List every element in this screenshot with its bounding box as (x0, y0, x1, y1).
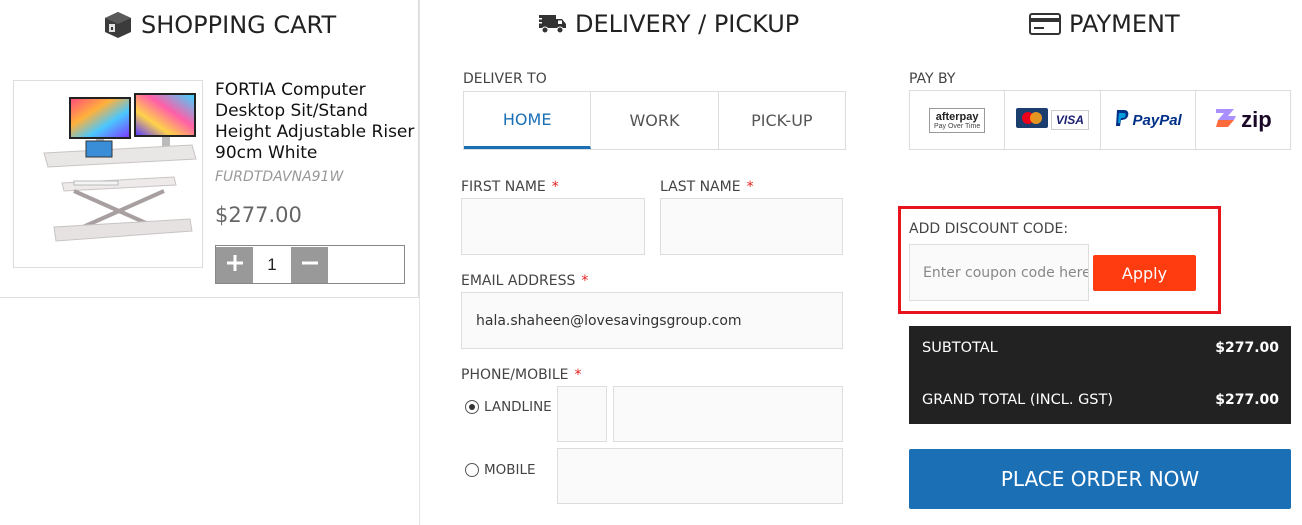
deliver-to-label: DELIVER TO (463, 71, 547, 87)
paypal-icon (1114, 109, 1130, 132)
delivery-tabs: HOME WORK PICK-UP (463, 91, 846, 150)
quantity-value[interactable]: 1 (253, 246, 291, 283)
payment-method-paypal[interactable]: PayPal (1101, 91, 1196, 149)
mobile-number-field[interactable] (557, 448, 843, 504)
last-name-label: LAST NAME * (660, 179, 754, 195)
product-name[interactable]: FORTIA Computer Desktop Sit/Stand Height… (215, 80, 415, 164)
mobile-label: MOBILE (484, 462, 536, 478)
coupon-code-input[interactable]: Enter coupon code here (909, 244, 1089, 301)
grand-total-row: GRAND TOTAL (INCL. GST) $277.00 (922, 392, 1279, 408)
mobile-radio[interactable]: MOBILE (465, 462, 536, 478)
payment-methods: afterpay Pay Over Time VISA PayPal zip (909, 90, 1291, 150)
product-image[interactable] (13, 80, 203, 268)
landline-area-code-field[interactable] (557, 386, 607, 442)
column-divider (419, 0, 420, 525)
zip-icon (1214, 107, 1238, 134)
box-icon (103, 10, 133, 40)
place-order-button[interactable]: PLACE ORDER NOW (909, 449, 1291, 509)
landline-radio[interactable]: LANDLINE (465, 399, 552, 415)
product-sku: FURDTDAVNA91W (215, 169, 344, 185)
coupon-placeholder: Enter coupon code here (923, 264, 1089, 281)
phone-label: PHONE/MOBILE * (461, 367, 582, 383)
order-totals: SUBTOTAL $277.00 GRAND TOTAL (INCL. GST)… (909, 326, 1291, 424)
required-marker: * (551, 179, 559, 195)
required-marker: * (574, 367, 582, 383)
grand-total-label: GRAND TOTAL (INCL. GST) (922, 392, 1114, 408)
last-name-label-text: LAST NAME (660, 179, 741, 195)
subtotal-label: SUBTOTAL (922, 340, 998, 356)
landline-label: LANDLINE (484, 399, 552, 415)
payment-method-afterpay[interactable]: afterpay Pay Over Time (910, 91, 1006, 149)
discount-code-label: ADD DISCOUNT CODE: (909, 221, 1069, 237)
pay-by-label: PAY BY (909, 71, 956, 87)
last-name-field[interactable] (660, 198, 843, 255)
payment-method-zip[interactable]: zip (1196, 91, 1290, 149)
phone-label-text: PHONE/MOBILE (461, 367, 569, 383)
tab-pick-up[interactable]: PICK-UP (719, 92, 845, 149)
shopping-cart-heading: SHOPPING CART (103, 10, 336, 40)
payment-method-card[interactable]: VISA (1005, 91, 1101, 149)
first-name-label: FIRST NAME * (461, 179, 559, 195)
first-name-label-text: FIRST NAME (461, 179, 546, 195)
afterpay-tagline: Pay Over Time (933, 122, 981, 130)
required-marker: * (581, 273, 589, 289)
delivery-title: DELIVERY / PICKUP (575, 10, 800, 38)
credit-card-icon (1029, 12, 1061, 36)
first-name-field[interactable] (461, 198, 645, 255)
afterpay-wordmark: afterpay (935, 110, 979, 123)
payment-heading: PAYMENT (1029, 10, 1180, 38)
zip-wordmark: zip (1241, 107, 1272, 132)
decrease-quantity-button[interactable] (291, 247, 328, 283)
email-value: hala.shaheen@lovesavingsgroup.com (476, 312, 742, 329)
visa-icon: VISA (1050, 110, 1089, 130)
paypal-wordmark: PayPal (1132, 111, 1182, 129)
tab-home[interactable]: HOME (464, 92, 592, 149)
email-field[interactable]: hala.shaheen@lovesavingsgroup.com (461, 292, 843, 349)
product-photo (43, 93, 197, 242)
apply-coupon-button[interactable]: Apply (1093, 255, 1196, 291)
email-label-text: EMAIL ADDRESS (461, 273, 576, 289)
landline-number-field[interactable] (613, 386, 843, 442)
plus-icon (226, 254, 244, 277)
radio-unselected-icon (465, 463, 479, 477)
subtotal-value: $277.00 (1215, 340, 1279, 356)
increase-quantity-button[interactable] (216, 247, 253, 283)
shopping-cart-title: SHOPPING CART (141, 11, 337, 39)
tab-work[interactable]: WORK (591, 92, 719, 149)
payment-title: PAYMENT (1069, 10, 1180, 38)
truck-icon (537, 13, 567, 35)
quantity-stepper: 1 (215, 245, 405, 284)
required-marker: * (746, 179, 754, 195)
grand-total-value: $277.00 (1215, 392, 1279, 408)
minus-icon (301, 254, 319, 277)
mastercard-icon (1015, 107, 1048, 133)
subtotal-row: SUBTOTAL $277.00 (922, 340, 1279, 356)
product-price: $277.00 (215, 203, 302, 227)
afterpay-logo: afterpay Pay Over Time (928, 107, 986, 133)
delivery-heading: DELIVERY / PICKUP (537, 10, 799, 38)
email-label: EMAIL ADDRESS * (461, 273, 588, 289)
radio-selected-icon (465, 400, 479, 414)
